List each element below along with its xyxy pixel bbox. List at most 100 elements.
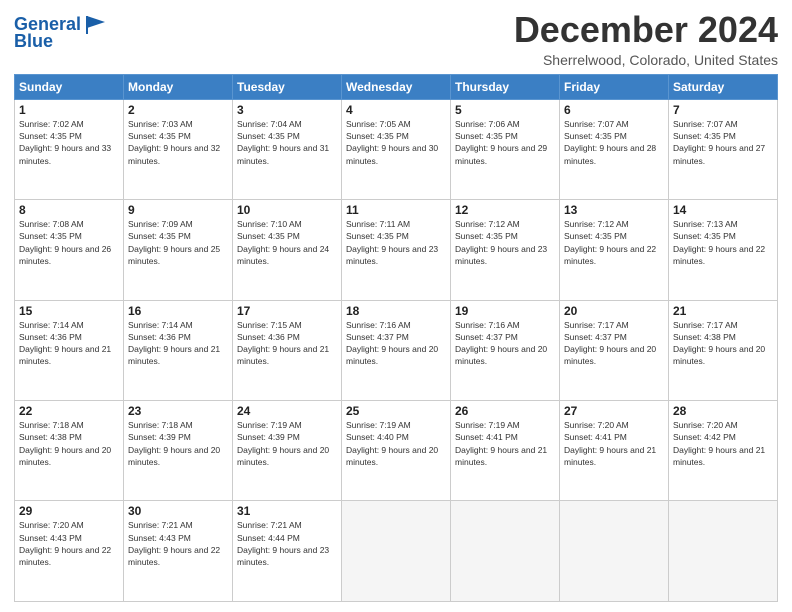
calendar-day-cell: 9Sunrise: 7:09 AMSunset: 4:35 PMDaylight… (124, 200, 233, 300)
calendar-day-cell (560, 501, 669, 602)
calendar-day-cell: 14Sunrise: 7:13 AMSunset: 4:35 PMDayligh… (669, 200, 778, 300)
calendar-day-cell: 28Sunrise: 7:20 AMSunset: 4:42 PMDayligh… (669, 401, 778, 501)
day-number: 1 (19, 103, 119, 117)
calendar-day-cell: 12Sunrise: 7:12 AMSunset: 4:35 PMDayligh… (451, 200, 560, 300)
calendar-day-cell: 1Sunrise: 7:02 AMSunset: 4:35 PMDaylight… (15, 99, 124, 199)
calendar-day-cell: 29Sunrise: 7:20 AMSunset: 4:43 PMDayligh… (15, 501, 124, 602)
day-number: 28 (673, 404, 773, 418)
calendar-day-header: Monday (124, 74, 233, 99)
day-number: 22 (19, 404, 119, 418)
day-number: 18 (346, 304, 446, 318)
calendar-day-cell: 15Sunrise: 7:14 AMSunset: 4:36 PMDayligh… (15, 300, 124, 400)
day-info: Sunrise: 7:03 AMSunset: 4:35 PMDaylight:… (128, 118, 228, 167)
calendar-day-cell: 30Sunrise: 7:21 AMSunset: 4:43 PMDayligh… (124, 501, 233, 602)
day-info: Sunrise: 7:18 AMSunset: 4:39 PMDaylight:… (128, 419, 228, 468)
calendar-day-cell (451, 501, 560, 602)
day-number: 21 (673, 304, 773, 318)
day-info: Sunrise: 7:11 AMSunset: 4:35 PMDaylight:… (346, 218, 446, 267)
day-info: Sunrise: 7:19 AMSunset: 4:40 PMDaylight:… (346, 419, 446, 468)
day-number: 29 (19, 504, 119, 518)
calendar-day-cell: 8Sunrise: 7:08 AMSunset: 4:35 PMDaylight… (15, 200, 124, 300)
day-info: Sunrise: 7:14 AMSunset: 4:36 PMDaylight:… (19, 319, 119, 368)
location: Sherrelwood, Colorado, United States (514, 52, 778, 68)
calendar-day-cell: 11Sunrise: 7:11 AMSunset: 4:35 PMDayligh… (342, 200, 451, 300)
title-block: December 2024 Sherrelwood, Colorado, Uni… (514, 10, 778, 68)
calendar-week-row: 22Sunrise: 7:18 AMSunset: 4:38 PMDayligh… (15, 401, 778, 501)
calendar-day-cell: 24Sunrise: 7:19 AMSunset: 4:39 PMDayligh… (233, 401, 342, 501)
month-title: December 2024 (514, 10, 778, 50)
calendar-day-cell: 16Sunrise: 7:14 AMSunset: 4:36 PMDayligh… (124, 300, 233, 400)
day-info: Sunrise: 7:07 AMSunset: 4:35 PMDaylight:… (673, 118, 773, 167)
calendar-day-cell: 3Sunrise: 7:04 AMSunset: 4:35 PMDaylight… (233, 99, 342, 199)
header: General Blue December 2024 Sherrelwood, … (14, 10, 778, 68)
calendar-day-cell (669, 501, 778, 602)
calendar-day-cell: 31Sunrise: 7:21 AMSunset: 4:44 PMDayligh… (233, 501, 342, 602)
day-info: Sunrise: 7:02 AMSunset: 4:35 PMDaylight:… (19, 118, 119, 167)
day-info: Sunrise: 7:16 AMSunset: 4:37 PMDaylight:… (346, 319, 446, 368)
day-info: Sunrise: 7:17 AMSunset: 4:38 PMDaylight:… (673, 319, 773, 368)
calendar-header-row: SundayMondayTuesdayWednesdayThursdayFrid… (15, 74, 778, 99)
day-info: Sunrise: 7:04 AMSunset: 4:35 PMDaylight:… (237, 118, 337, 167)
calendar-day-header: Thursday (451, 74, 560, 99)
calendar-day-cell: 18Sunrise: 7:16 AMSunset: 4:37 PMDayligh… (342, 300, 451, 400)
day-number: 24 (237, 404, 337, 418)
calendar-day-cell: 13Sunrise: 7:12 AMSunset: 4:35 PMDayligh… (560, 200, 669, 300)
calendar-week-row: 8Sunrise: 7:08 AMSunset: 4:35 PMDaylight… (15, 200, 778, 300)
day-info: Sunrise: 7:05 AMSunset: 4:35 PMDaylight:… (346, 118, 446, 167)
day-info: Sunrise: 7:17 AMSunset: 4:37 PMDaylight:… (564, 319, 664, 368)
day-number: 10 (237, 203, 337, 217)
calendar-week-row: 1Sunrise: 7:02 AMSunset: 4:35 PMDaylight… (15, 99, 778, 199)
day-info: Sunrise: 7:20 AMSunset: 4:43 PMDaylight:… (19, 519, 119, 568)
day-number: 9 (128, 203, 228, 217)
day-number: 2 (128, 103, 228, 117)
day-info: Sunrise: 7:21 AMSunset: 4:44 PMDaylight:… (237, 519, 337, 568)
day-number: 16 (128, 304, 228, 318)
day-number: 5 (455, 103, 555, 117)
day-info: Sunrise: 7:12 AMSunset: 4:35 PMDaylight:… (564, 218, 664, 267)
calendar-day-cell: 22Sunrise: 7:18 AMSunset: 4:38 PMDayligh… (15, 401, 124, 501)
day-info: Sunrise: 7:20 AMSunset: 4:41 PMDaylight:… (564, 419, 664, 468)
day-info: Sunrise: 7:21 AMSunset: 4:43 PMDaylight:… (128, 519, 228, 568)
day-info: Sunrise: 7:08 AMSunset: 4:35 PMDaylight:… (19, 218, 119, 267)
day-number: 14 (673, 203, 773, 217)
calendar-day-header: Wednesday (342, 74, 451, 99)
calendar-day-cell: 5Sunrise: 7:06 AMSunset: 4:35 PMDaylight… (451, 99, 560, 199)
calendar-day-header: Friday (560, 74, 669, 99)
day-number: 7 (673, 103, 773, 117)
day-number: 3 (237, 103, 337, 117)
day-info: Sunrise: 7:15 AMSunset: 4:36 PMDaylight:… (237, 319, 337, 368)
calendar-day-cell: 20Sunrise: 7:17 AMSunset: 4:37 PMDayligh… (560, 300, 669, 400)
day-info: Sunrise: 7:13 AMSunset: 4:35 PMDaylight:… (673, 218, 773, 267)
calendar-day-header: Tuesday (233, 74, 342, 99)
day-number: 6 (564, 103, 664, 117)
day-info: Sunrise: 7:12 AMSunset: 4:35 PMDaylight:… (455, 218, 555, 267)
page: General Blue December 2024 Sherrelwood, … (0, 0, 792, 612)
day-info: Sunrise: 7:19 AMSunset: 4:41 PMDaylight:… (455, 419, 555, 468)
calendar-table: SundayMondayTuesdayWednesdayThursdayFrid… (14, 74, 778, 602)
day-info: Sunrise: 7:19 AMSunset: 4:39 PMDaylight:… (237, 419, 337, 468)
day-number: 25 (346, 404, 446, 418)
calendar-day-cell: 25Sunrise: 7:19 AMSunset: 4:40 PMDayligh… (342, 401, 451, 501)
day-number: 30 (128, 504, 228, 518)
day-info: Sunrise: 7:20 AMSunset: 4:42 PMDaylight:… (673, 419, 773, 468)
day-number: 19 (455, 304, 555, 318)
day-number: 31 (237, 504, 337, 518)
calendar-day-cell: 17Sunrise: 7:15 AMSunset: 4:36 PMDayligh… (233, 300, 342, 400)
day-number: 15 (19, 304, 119, 318)
calendar-day-cell: 7Sunrise: 7:07 AMSunset: 4:35 PMDaylight… (669, 99, 778, 199)
day-number: 4 (346, 103, 446, 117)
calendar-day-cell: 21Sunrise: 7:17 AMSunset: 4:38 PMDayligh… (669, 300, 778, 400)
calendar-day-cell (342, 501, 451, 602)
calendar-day-cell: 27Sunrise: 7:20 AMSunset: 4:41 PMDayligh… (560, 401, 669, 501)
day-number: 11 (346, 203, 446, 217)
day-number: 8 (19, 203, 119, 217)
day-number: 20 (564, 304, 664, 318)
calendar-day-cell: 10Sunrise: 7:10 AMSunset: 4:35 PMDayligh… (233, 200, 342, 300)
calendar-week-row: 29Sunrise: 7:20 AMSunset: 4:43 PMDayligh… (15, 501, 778, 602)
calendar-day-cell: 2Sunrise: 7:03 AMSunset: 4:35 PMDaylight… (124, 99, 233, 199)
day-info: Sunrise: 7:14 AMSunset: 4:36 PMDaylight:… (128, 319, 228, 368)
day-info: Sunrise: 7:10 AMSunset: 4:35 PMDaylight:… (237, 218, 337, 267)
day-info: Sunrise: 7:06 AMSunset: 4:35 PMDaylight:… (455, 118, 555, 167)
logo: General Blue (14, 14, 109, 52)
calendar-day-cell: 23Sunrise: 7:18 AMSunset: 4:39 PMDayligh… (124, 401, 233, 501)
